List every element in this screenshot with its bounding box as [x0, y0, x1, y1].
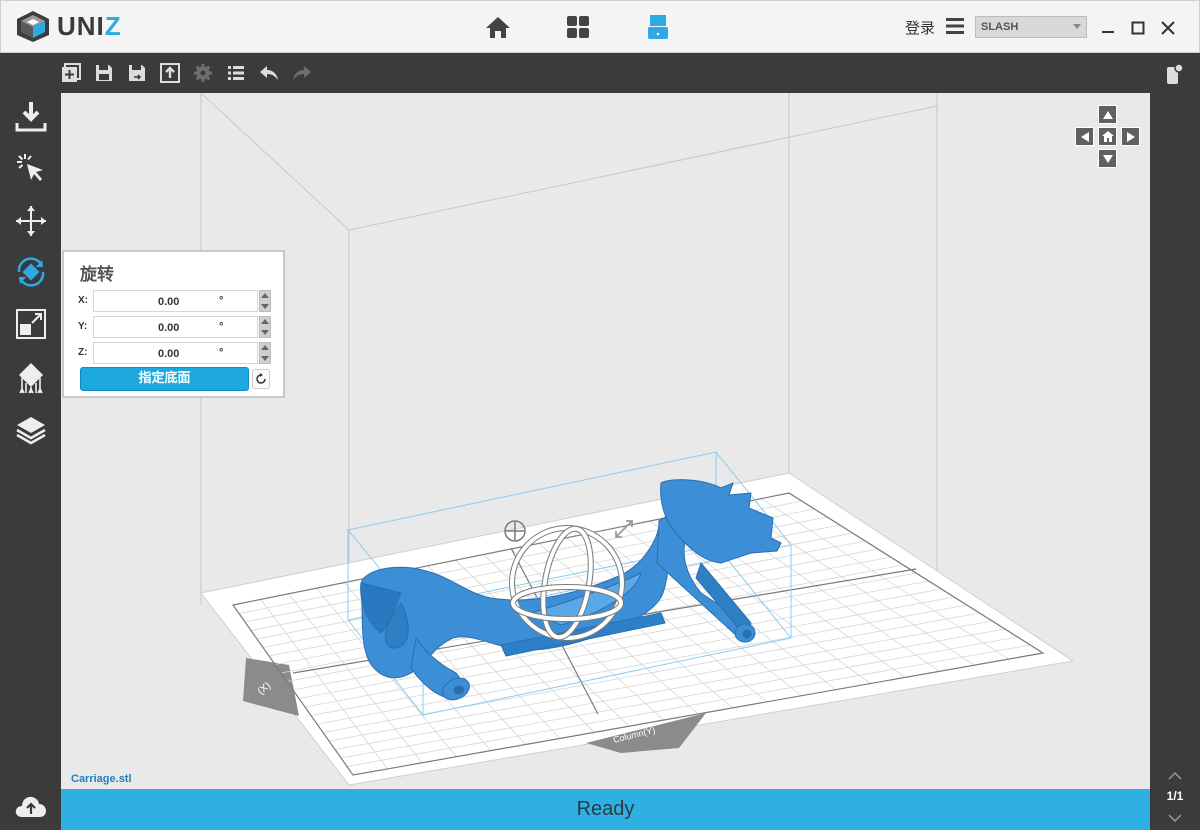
chevron-down-icon [1073, 24, 1081, 29]
right-sidebar: 1/1 [1150, 93, 1200, 830]
title-bar: UNIZ 登录 SLASH [0, 0, 1200, 53]
rotate-x-label: X: [78, 295, 88, 306]
spinner-down-icon[interactable] [261, 304, 269, 309]
rotate-y-label: Y: [78, 321, 88, 332]
view-home-icon[interactable] [1098, 127, 1117, 146]
home-icon[interactable] [481, 11, 515, 43]
close-icon[interactable] [1159, 19, 1177, 37]
rotate-z-value: 0.00 [158, 348, 180, 360]
logo-accent: Z [104, 10, 122, 41]
status-text: Ready [576, 798, 635, 820]
rotate-y-row: Y: 0.00 ° [78, 316, 273, 338]
rotate-z-unit: ° [219, 347, 224, 359]
logo: UNIZ [13, 9, 122, 43]
3d-viewport[interactable]: (X) Column(Y) Carriage.stl [61, 93, 1150, 789]
export-icon[interactable] [159, 62, 181, 84]
move-icon[interactable] [12, 202, 50, 240]
rotate-y-input[interactable]: 0.00 ° [93, 316, 258, 338]
set-bottom-face-button[interactable]: 指定底面 [80, 367, 249, 391]
rotate-x-spinner [259, 290, 271, 312]
rotate-y-unit: ° [219, 321, 224, 333]
menu-icon[interactable] [945, 17, 965, 35]
layers-icon[interactable] [12, 411, 50, 449]
rotate-y-spinner [259, 316, 271, 338]
save-icon[interactable] [93, 62, 115, 84]
model-filename: Carriage.stl [71, 773, 132, 785]
view-right-icon[interactable] [1121, 127, 1140, 146]
support-icon[interactable] [12, 359, 50, 397]
rotate-x-value: 0.00 [158, 296, 180, 308]
printer-icon[interactable] [641, 11, 675, 43]
list-icon[interactable] [225, 62, 247, 84]
rotate-z-label: Z: [78, 347, 88, 358]
printer-model-value: SLASH [981, 21, 1019, 33]
rotate-x-input[interactable]: 0.00 ° [93, 290, 258, 312]
window-controls [1099, 19, 1177, 37]
rotate-z-input[interactable]: 0.00 ° [93, 342, 258, 364]
view-down-icon[interactable] [1098, 149, 1117, 168]
rotate-panel-title: 旋转 [80, 265, 114, 285]
maximize-icon[interactable] [1129, 19, 1147, 37]
settings-icon[interactable] [192, 62, 214, 84]
scale-icon[interactable] [12, 305, 50, 343]
page-down-icon[interactable] [1167, 811, 1183, 823]
spinner-up-icon[interactable] [261, 319, 269, 324]
view-navigator [1075, 105, 1141, 171]
reset-rotation-icon[interactable] [252, 369, 270, 389]
rotate-y-value: 0.00 [158, 322, 180, 334]
upload-cloud-icon[interactable] [14, 793, 48, 819]
spinner-up-icon[interactable] [261, 293, 269, 298]
rotate-icon[interactable] [12, 253, 50, 291]
view-up-icon[interactable] [1098, 105, 1117, 124]
minimize-icon[interactable] [1099, 19, 1117, 37]
logo-icon [17, 11, 49, 42]
main-nav [481, 11, 675, 43]
save-as-icon[interactable] [126, 62, 148, 84]
toolbar-icons [60, 62, 313, 84]
phone-printer-icon[interactable] [1164, 63, 1186, 85]
logo-text: UNI [57, 10, 105, 41]
spinner-up-icon[interactable] [261, 345, 269, 350]
rotate-x-unit: ° [219, 295, 224, 307]
build-volume-scene: (X) Column(Y) [200, 93, 1075, 786]
grid-icon[interactable] [561, 11, 595, 43]
rotate-panel: 旋转 X: 0.00 ° Y: 0.00 ° Z: 0.00 ° 指定底面 [62, 250, 285, 398]
login-link[interactable]: 登录 [905, 17, 935, 38]
status-bar: Ready [61, 789, 1150, 830]
page-counter: 1/1 [1166, 789, 1184, 803]
view-left-icon[interactable] [1075, 127, 1094, 146]
move-handle-icon[interactable] [504, 520, 526, 542]
add-model-icon[interactable] [60, 62, 82, 84]
page-up-icon[interactable] [1167, 767, 1183, 780]
undo-icon[interactable] [258, 62, 280, 84]
rotate-x-row: X: 0.00 ° [78, 290, 273, 312]
redo-icon[interactable] [291, 62, 313, 84]
rotate-z-row: Z: 0.00 ° [78, 342, 273, 364]
rotate-z-spinner [259, 342, 271, 364]
import-icon[interactable] [12, 97, 50, 135]
spinner-down-icon[interactable] [261, 356, 269, 361]
select-icon[interactable] [12, 149, 50, 187]
spinner-down-icon[interactable] [261, 330, 269, 335]
tool-sidebar [0, 93, 61, 830]
toolbar [0, 53, 1200, 93]
printer-model-select[interactable]: SLASH [975, 16, 1087, 38]
app-window: UNIZ 登录 SLASH (X) Column(Y) Carriage.stl… [0, 0, 1200, 830]
